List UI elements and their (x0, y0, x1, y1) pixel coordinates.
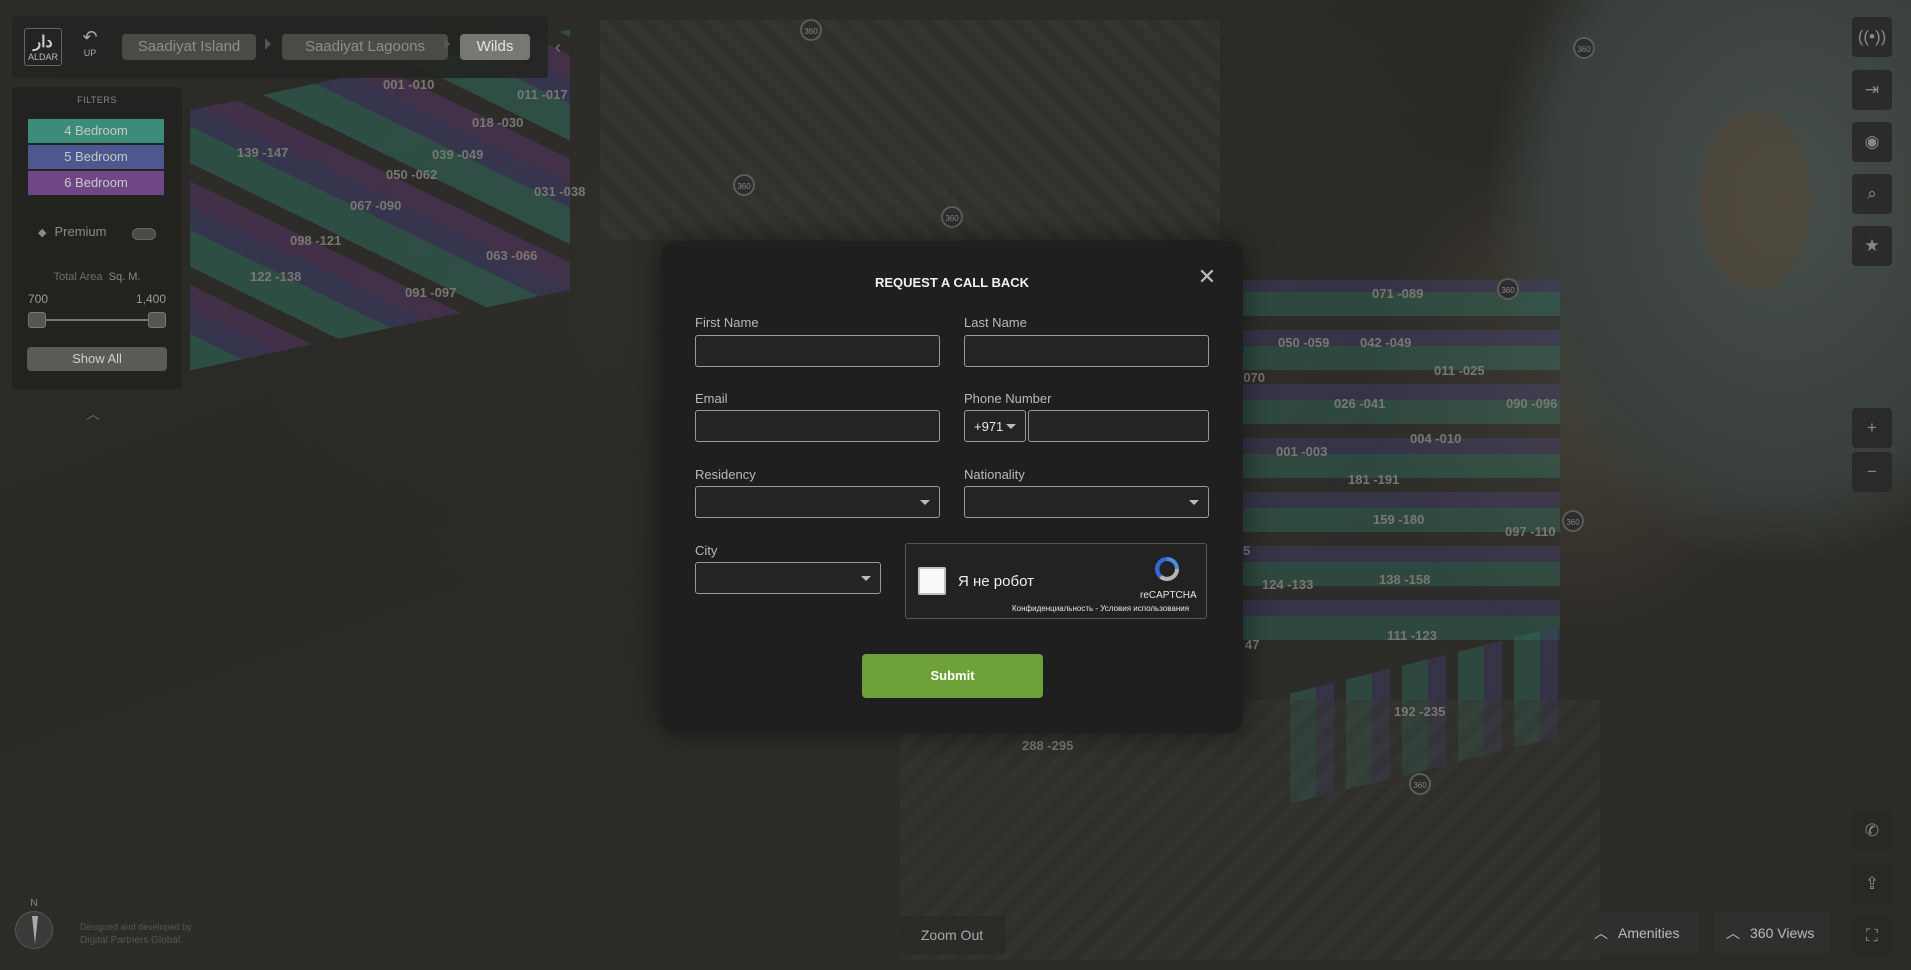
breadcrumb-saadiyat-island[interactable]: Saadiyat Island (122, 34, 256, 60)
last-name-field[interactable] (964, 335, 1209, 367)
360-views-button[interactable]: ︿ 360 Views (1714, 912, 1830, 954)
call-button[interactable]: ✆ (1852, 811, 1892, 851)
area-min-value: 700 (28, 292, 49, 306)
aldar-logo: دار ALDAR (24, 28, 62, 66)
up-button[interactable]: ↶ UP (76, 26, 104, 70)
chevron-up-icon: ︿ (1594, 925, 1608, 941)
breadcrumb-wilds[interactable]: Wilds (460, 34, 530, 60)
favorites-button[interactable]: ★ (1852, 226, 1892, 266)
show-all-button[interactable]: Show All (27, 347, 167, 371)
compass[interactable]: N (12, 898, 56, 960)
submit-button[interactable]: Submit (862, 654, 1043, 698)
close-icon[interactable]: ✕ (1195, 265, 1219, 289)
recaptcha-label: Я не робот (958, 573, 1034, 590)
search-icon: ⌕ (1867, 184, 1877, 203)
premium-filter[interactable]: ◆ Premium (38, 224, 106, 239)
chevron-down-icon (1189, 500, 1199, 505)
recaptcha-brand: reCAPTCHA (1140, 590, 1197, 601)
chevron-down-icon (920, 500, 930, 505)
breadcrumb-saadiyat-lagoons[interactable]: Saadiyat Lagoons (282, 34, 448, 60)
chevron-right-icon (444, 38, 450, 50)
premium-toggle[interactable] (132, 228, 156, 240)
top-navigation: دار ALDAR ↶ UP Saadiyat Island Saadiyat … (12, 16, 548, 78)
diamond-icon: ◆ (38, 227, 47, 239)
chevron-right-icon (265, 38, 271, 50)
filter-5-bedroom[interactable]: 5 Bedroom (28, 145, 164, 169)
city-label: City (695, 543, 718, 558)
recaptcha-widget: Я не робот reCAPTCHA Конфиденциальность … (905, 543, 1207, 619)
nationality-label: Nationality (964, 467, 1025, 482)
first-name-field[interactable] (695, 335, 940, 367)
email-field[interactable] (695, 410, 940, 442)
recaptcha-checkbox[interactable] (918, 567, 946, 595)
broadcast-icon: ((•)) (1857, 27, 1887, 46)
area-max-value: 1,400 (135, 292, 166, 306)
phone-number-label: Phone Number (964, 391, 1052, 406)
first-name-label: First Name (695, 315, 759, 330)
login-icon: ⇥ (1864, 80, 1880, 99)
compass-needle-icon (15, 911, 53, 949)
phone-number-field[interactable] (1028, 410, 1209, 442)
chevron-down-icon (861, 576, 871, 581)
city-select[interactable] (695, 562, 881, 594)
email-label: Email (695, 391, 728, 406)
phone-icon: ✆ (1864, 821, 1880, 840)
country-code-select[interactable]: +971 (964, 410, 1026, 442)
chevron-up-icon[interactable]: ︿ (86, 404, 100, 424)
login-button[interactable]: ⇥ (1852, 70, 1892, 110)
visibility-button[interactable]: ◉ (1852, 122, 1892, 162)
search-button[interactable]: ⌕ (1852, 174, 1892, 214)
last-name-label: Last Name (964, 315, 1027, 330)
broadcast-button[interactable]: ((•)) (1852, 17, 1892, 57)
modal-title: REQUEST A CALL BACK (874, 275, 1030, 290)
nationality-select[interactable] (964, 486, 1209, 518)
share-icon: ⇪ (1864, 874, 1880, 893)
zoom-minus-button[interactable]: − (1852, 452, 1892, 492)
share-button[interactable]: ⇪ (1852, 864, 1892, 904)
back-arrow-icon: ↶ (82, 27, 98, 47)
recaptcha-privacy-terms-link[interactable]: Конфиденциальность - Условия использован… (1012, 604, 1189, 613)
minus-icon: − (1867, 462, 1877, 481)
star-icon: ★ (1864, 236, 1880, 255)
total-area-label: Total Area Sq. M. (53, 271, 141, 283)
collapse-breadcrumb-icon[interactable]: ‹ (548, 16, 568, 78)
eye-off-icon: ◉ (1864, 132, 1880, 151)
plus-icon: + (1867, 418, 1877, 437)
zoom-out-button[interactable]: Zoom Out (898, 916, 1006, 954)
chevron-up-icon: ︿ (1726, 925, 1740, 941)
credit-text: Designed and developed by Digital Partne… (80, 922, 192, 946)
residency-label: Residency (695, 467, 756, 482)
filters-panel: FILTERS 4 Bedroom 5 Bedroom 6 Bedroom ◆ P… (12, 87, 182, 389)
recaptcha-logo-icon (1154, 556, 1180, 582)
area-slider-min-handle[interactable] (28, 312, 46, 328)
filters-title: FILTERS (77, 95, 117, 105)
fullscreen-button[interactable]: ⛶ (1852, 916, 1892, 956)
zoom-in-button[interactable]: + (1852, 408, 1892, 448)
fullscreen-icon: ⛶ (1866, 926, 1878, 945)
amenities-button[interactable]: ︿ Amenities (1582, 912, 1699, 954)
filter-4-bedroom[interactable]: 4 Bedroom (28, 119, 164, 143)
request-call-back-modal: REQUEST A CALL BACK ✕ First Name Last Na… (661, 241, 1243, 733)
chevron-down-icon (1006, 424, 1016, 429)
area-slider-max-handle[interactable] (148, 312, 166, 328)
residency-select[interactable] (695, 486, 940, 518)
filter-6-bedroom[interactable]: 6 Bedroom (28, 171, 164, 195)
